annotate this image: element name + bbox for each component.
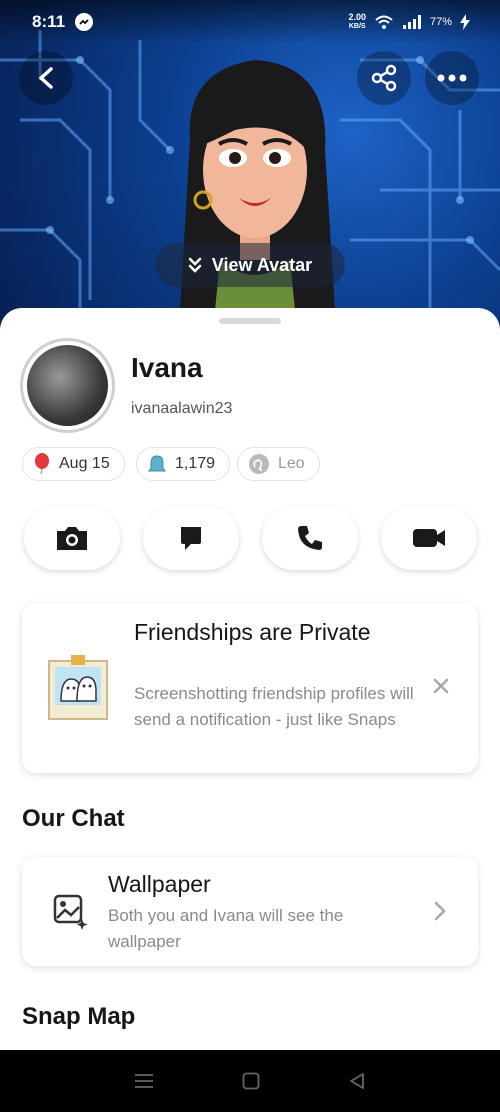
view-avatar-label: View Avatar <box>211 254 313 275</box>
wifi-icon <box>375 15 393 29</box>
charging-icon <box>460 14 470 30</box>
friendship-photo-icon <box>48 655 108 720</box>
profile-username: ivanaalawin23 <box>131 400 233 417</box>
recent-apps-icon[interactable] <box>134 1073 154 1089</box>
dismiss-card-button[interactable] <box>432 677 450 700</box>
wallpaper-title: Wallpaper <box>108 871 211 897</box>
back-nav-icon[interactable] <box>348 1072 366 1090</box>
wallpaper-card[interactable]: Wallpaper Both you and Ivana will see th… <box>22 857 478 966</box>
chevron-left-icon <box>39 67 53 89</box>
signal-icon <box>402 15 421 29</box>
video-call-button[interactable] <box>381 506 477 570</box>
friendships-title: Friendships are Private <box>134 619 371 645</box>
status-time: 8:11 <box>32 12 66 31</box>
profile-picture[interactable] <box>20 338 115 433</box>
network-speed-value: 2.00 <box>348 12 366 22</box>
more-options-button[interactable] <box>425 51 479 105</box>
friendships-private-card: Friendships are Private Screenshotting f… <box>22 603 478 773</box>
birthday-text: Aug 15 <box>59 455 110 472</box>
snapscore-text: 1,179 <box>175 455 216 472</box>
share-button[interactable] <box>357 51 411 105</box>
leo-zodiac-icon <box>249 454 269 474</box>
phone-icon <box>298 526 322 550</box>
profile-name: Ivana <box>131 352 203 383</box>
birthday-pill[interactable]: Aug 15 <box>22 447 125 481</box>
chat-bubble-icon <box>181 527 201 550</box>
chevron-right-icon <box>434 901 446 921</box>
friendships-subtitle: Screenshotting friendship profiles will … <box>134 684 414 729</box>
messenger-icon <box>75 13 94 31</box>
our-chat-heading: Our Chat <box>22 805 125 832</box>
profile-photo <box>27 345 108 426</box>
close-icon <box>433 678 449 694</box>
zodiac-text: Leo <box>278 455 305 472</box>
snapscore-pill[interactable]: 1,179 <box>136 447 231 481</box>
camera-icon <box>57 527 87 550</box>
double-chevron-down-icon <box>188 257 202 273</box>
snap-map-heading: Snap Map <box>22 1003 136 1030</box>
more-dots-icon <box>437 74 467 82</box>
wallpaper-subtitle: Both you and Ivana will see the wallpape… <box>108 906 344 951</box>
ghost-score-icon <box>148 455 166 472</box>
profile-header-banner: 8:11 2.00 KB/S 77% View Avatar <box>0 0 500 330</box>
battery-level: 77% <box>429 16 452 28</box>
camera-button[interactable] <box>24 506 120 570</box>
network-speed: 2.00 KB/S <box>348 13 366 31</box>
share-icon <box>371 64 397 92</box>
call-button[interactable] <box>262 506 358 570</box>
chat-button[interactable] <box>143 506 239 570</box>
wallpaper-icon <box>53 894 88 930</box>
balloon-icon <box>35 453 49 475</box>
network-speed-unit: KB/S <box>348 23 366 30</box>
home-icon[interactable] <box>242 1072 260 1090</box>
view-avatar-button[interactable]: View Avatar <box>155 243 345 287</box>
status-bar: 8:11 2.00 KB/S 77% <box>0 0 500 44</box>
profile-sheet: Ivana ivanaalawin23 Aug 15 1,179 Leo Fri… <box>0 308 500 1050</box>
sheet-grabber[interactable] <box>219 318 281 324</box>
system-navigation-bar <box>0 1050 500 1112</box>
video-camera-icon <box>413 529 445 547</box>
zodiac-pill[interactable]: Leo <box>237 447 320 481</box>
back-button[interactable] <box>19 51 73 105</box>
